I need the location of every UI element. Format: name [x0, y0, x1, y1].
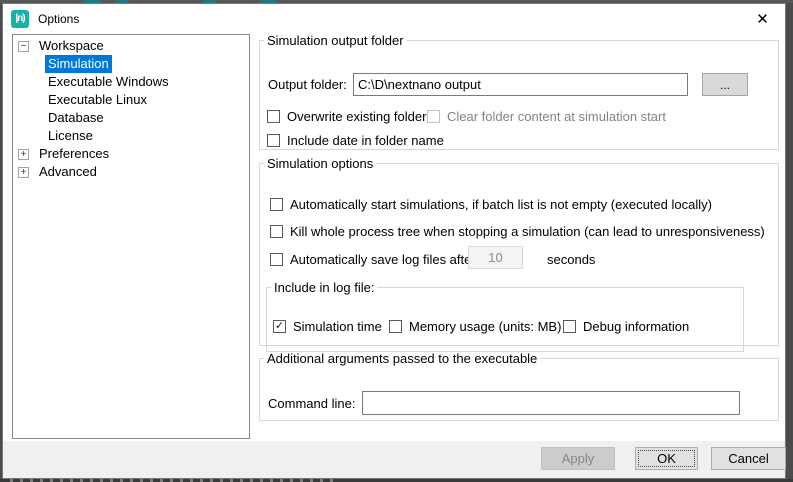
simulation-time-checkbox[interactable]: ✓ Simulation time	[273, 319, 382, 334]
checkbox-icon	[427, 110, 440, 123]
group-title: Include in log file:	[271, 280, 377, 295]
checkbox-label[interactable]: Overwrite existing folder	[287, 109, 426, 124]
command-line-label: Command line:	[268, 396, 355, 411]
checkbox-icon[interactable]	[270, 198, 283, 211]
tree-item-advanced[interactable]: + Advanced	[13, 163, 249, 181]
apply-button: Apply	[541, 447, 615, 470]
tree-item-label[interactable]: Executable Linux	[45, 91, 150, 109]
tree-item-label-selected[interactable]: Simulation	[45, 55, 112, 73]
auto-save-seconds-input	[468, 246, 523, 269]
additional-arguments-group: Additional arguments passed to the execu…	[259, 351, 779, 421]
checkbox-label[interactable]: Kill whole process tree when stopping a …	[290, 224, 765, 239]
expand-icon[interactable]: +	[18, 149, 29, 160]
window-title: Options	[38, 12, 79, 26]
collapse-icon[interactable]: −	[18, 41, 29, 52]
include-date-checkbox[interactable]: Include date in folder name	[267, 133, 444, 148]
output-folder-label: Output folder:	[268, 77, 347, 92]
browse-button[interactable]: ...	[702, 73, 748, 96]
tree-item-label[interactable]: Workspace	[36, 37, 107, 55]
checkbox-icon[interactable]	[563, 320, 576, 333]
tree-item-license[interactable]: License	[13, 127, 249, 145]
cancel-button-label: Cancel	[728, 451, 768, 466]
include-in-log-file-group: Include in log file: ✓ Simulation time M…	[266, 280, 744, 352]
tree-item-workspace[interactable]: − Workspace	[13, 37, 249, 55]
group-title: Simulation options	[264, 156, 376, 171]
debug-information-checkbox[interactable]: Debug information	[563, 319, 689, 334]
tree-item-label[interactable]: Preferences	[36, 145, 112, 163]
checkbox-label[interactable]: Simulation time	[293, 319, 382, 334]
checkbox-label[interactable]: Automatically save log files after	[290, 252, 476, 267]
settings-tree: − Workspace Simulation Executable Window…	[12, 34, 250, 439]
group-title: Simulation output folder	[264, 33, 407, 48]
tree-item-database[interactable]: Database	[13, 109, 249, 127]
checkbox-label[interactable]: Include date in folder name	[287, 133, 444, 148]
tree-item-preferences[interactable]: + Preferences	[13, 145, 249, 163]
nextnano-logo-icon: |n)	[11, 10, 29, 28]
close-button[interactable]: ✕	[740, 4, 785, 33]
tree-item-label[interactable]: License	[45, 127, 96, 145]
cancel-button[interactable]: Cancel	[711, 447, 786, 470]
tree-item-executable-linux[interactable]: Executable Linux	[13, 91, 249, 109]
close-icon: ✕	[756, 10, 769, 28]
auto-save-log-checkbox[interactable]: Automatically save log files after	[270, 252, 476, 267]
tree-item-label[interactable]: Executable Windows	[45, 73, 172, 91]
checkbox-icon[interactable]	[267, 134, 280, 147]
tree-item-label[interactable]: Advanced	[36, 163, 100, 181]
output-folder-input[interactable]	[353, 73, 688, 96]
checkbox-icon[interactable]	[270, 253, 283, 266]
options-dialog: |n) Options ✕ − Workspace Simulation Exe…	[2, 3, 786, 479]
titlebar[interactable]: |n) Options ✕	[3, 4, 785, 33]
checkbox-label: Clear folder content at simulation start	[447, 109, 666, 124]
tree-item-label[interactable]: Database	[45, 109, 107, 127]
kill-process-tree-checkbox[interactable]: Kill whole process tree when stopping a …	[270, 224, 765, 239]
overwrite-existing-folder-checkbox[interactable]: Overwrite existing folder	[267, 109, 426, 124]
dialog-footer: Apply OK Cancel	[3, 441, 785, 478]
checkbox-label[interactable]: Memory usage (units: MB)	[409, 319, 561, 334]
simulation-options-group: Simulation options Automatically start s…	[259, 156, 779, 346]
clear-folder-content-checkbox: Clear folder content at simulation start	[427, 109, 666, 124]
auto-start-simulations-checkbox[interactable]: Automatically start simulations, if batc…	[270, 197, 712, 212]
ellipsis-icon: ...	[720, 78, 730, 92]
checkbox-icon[interactable]	[389, 320, 402, 333]
ok-button[interactable]: OK	[635, 447, 698, 470]
memory-usage-checkbox[interactable]: Memory usage (units: MB)	[389, 319, 561, 334]
seconds-label: seconds	[547, 252, 595, 267]
tree-item-simulation[interactable]: Simulation	[13, 55, 249, 73]
checkbox-label[interactable]: Automatically start simulations, if batc…	[290, 197, 712, 212]
checkbox-label[interactable]: Debug information	[583, 319, 689, 334]
apply-button-label: Apply	[562, 451, 595, 466]
checkbox-icon[interactable]	[270, 225, 283, 238]
simulation-output-folder-group: Simulation output folder Output folder: …	[259, 33, 779, 150]
ok-button-label: OK	[657, 451, 676, 466]
group-title: Additional arguments passed to the execu…	[264, 351, 540, 366]
expand-icon[interactable]: +	[18, 167, 29, 178]
command-line-input[interactable]	[362, 391, 740, 415]
tree-item-executable-windows[interactable]: Executable Windows	[13, 73, 249, 91]
checkbox-icon[interactable]	[267, 110, 280, 123]
checkmark-icon[interactable]: ✓	[273, 320, 286, 333]
